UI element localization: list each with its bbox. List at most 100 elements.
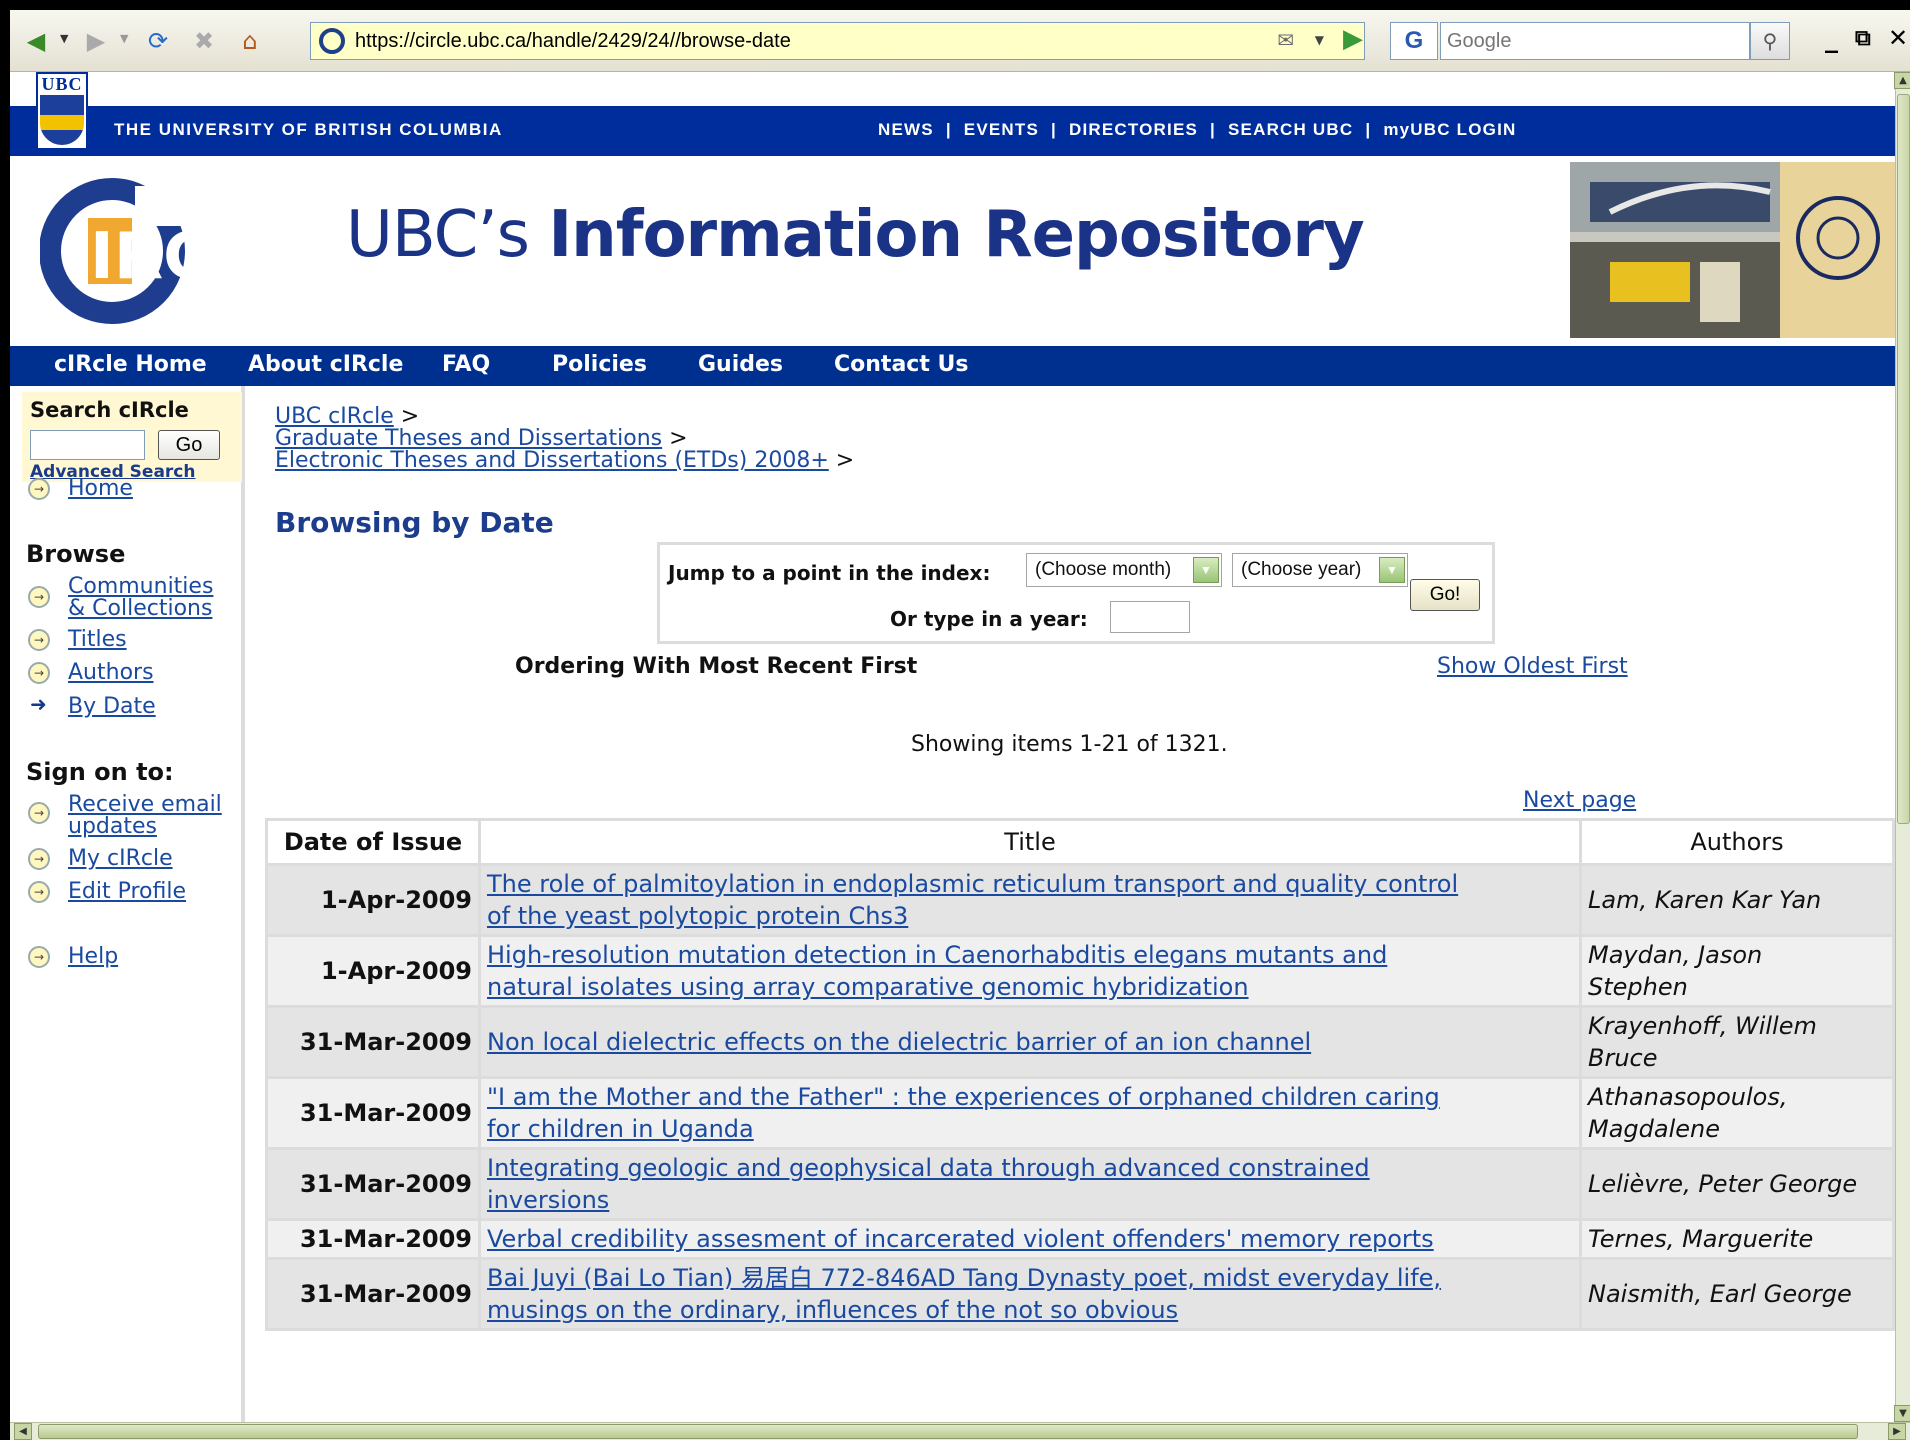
table-row: 1-Apr-2009 High-resolution mutation detec… [268, 937, 1892, 1005]
ubc-link-search[interactable]: SEARCH UBC [1228, 120, 1353, 140]
item-title-link[interactable]: The role of palmitoylation in endoplasmi… [487, 870, 1458, 898]
forward-button[interactable]: ▶ [78, 26, 114, 56]
ubc-link-directories[interactable]: DIRECTORIES [1069, 120, 1198, 140]
column-header-date[interactable]: Date of Issue [268, 821, 478, 863]
sidebar-go-button[interactable]: Go [158, 430, 220, 460]
restore-icon[interactable]: ⧉ [1855, 26, 1871, 51]
current-arrow-icon: ➜ [30, 692, 47, 716]
back-button[interactable]: ◀ [18, 26, 54, 56]
next-page-link[interactable]: Next page [1523, 788, 1636, 813]
results-table: Date of Issue Title Authors 1-Apr-2009 Th… [265, 818, 1895, 1331]
sidebar-item-my-circle[interactable]: My cIRcle [68, 846, 173, 872]
sidebar-item-updates[interactable]: updates [68, 814, 157, 840]
ubc-shield-icon [40, 95, 84, 145]
url-history-dropdown[interactable]: ▼ [1315, 33, 1324, 47]
author-name: Ternes, Marguerite [1588, 1225, 1814, 1253]
breadcrumb-link-etds[interactable]: Electronic Theses and Dissertations (ETD… [275, 448, 829, 473]
year-select[interactable]: (Choose year) ▼ [1232, 553, 1408, 587]
stop-icon[interactable]: ✖ [184, 26, 224, 56]
browse-heading: Browse [26, 540, 126, 568]
cell-date: 1-Apr-2009 [268, 866, 478, 934]
sidebar-item-home[interactable]: Home [68, 476, 133, 502]
horizontal-scroll-thumb[interactable] [38, 1424, 1858, 1439]
nav-guides[interactable]: Guides [698, 352, 783, 377]
vertical-scrollbar[interactable]: ▲ ▼ [1894, 72, 1910, 1422]
search-engine-icon[interactable]: G [1390, 22, 1438, 60]
item-title-link[interactable]: Verbal credibility assesment of incarcer… [487, 1225, 1434, 1253]
ubc-link-events[interactable]: EVENTS [964, 120, 1039, 140]
back-history-dropdown[interactable]: ▼ [60, 32, 68, 45]
cell-date: 31-Mar-2009 [268, 1079, 478, 1147]
table-row: 31-Mar-2009 "I am the Mother and the Fath… [268, 1079, 1892, 1147]
item-title-link[interactable]: High-resolution mutation detection in Ca… [487, 941, 1387, 969]
banner-title-bold: Information Repository [548, 198, 1364, 272]
item-title-link[interactable]: "I am the Mother and the Father" : the e… [487, 1083, 1440, 1111]
cell-authors: Krayenhoff, Willem Bruce [1582, 1008, 1892, 1076]
item-title-link[interactable]: for children in Uganda [487, 1115, 754, 1143]
jump-label: Jump to a point in the index: [668, 561, 991, 585]
sidebar-item-edit-profile[interactable]: Edit Profile [68, 879, 186, 905]
author-name: Stephen [1588, 973, 1688, 1001]
sidebar-item-authors[interactable]: Authors [68, 660, 154, 686]
sidebar-search-title: Search cIRcle [30, 398, 189, 422]
close-icon[interactable]: ✕ [1888, 24, 1908, 52]
cell-authors: Lelièvre, Peter George [1582, 1150, 1892, 1218]
address-bar[interactable]: https://circle.ubc.ca/handle/2429/24//br… [310, 22, 1365, 60]
horizontal-scrollbar[interactable]: ◀ ▶ [10, 1422, 1910, 1440]
item-title-link[interactable]: Non local dielectric effects on the diel… [487, 1028, 1311, 1056]
circle-logo-text: IRCLE [90, 220, 295, 294]
scroll-down-arrow-icon[interactable]: ▼ [1894, 1405, 1910, 1422]
browser-search-input[interactable] [1441, 23, 1749, 59]
nav-contact-us[interactable]: Contact Us [834, 352, 968, 377]
item-title-link[interactable]: musings on the ordinary, influences of t… [487, 1296, 1178, 1324]
sidebar-item-help[interactable]: Help [68, 944, 118, 970]
minimize-icon[interactable]: _ [1825, 24, 1838, 54]
month-select[interactable]: (Choose month) ▼ [1026, 553, 1222, 587]
author-name: Magdalene [1588, 1115, 1720, 1143]
nav-faq[interactable]: FAQ [442, 352, 490, 377]
item-title-link[interactable]: of the yeast polytopic protein Chs3 [487, 902, 908, 930]
column-header-authors[interactable]: Authors [1582, 821, 1892, 863]
column-header-title[interactable]: Title [481, 821, 1579, 863]
ubc-logo[interactable]: UBC [36, 72, 88, 150]
item-title-link[interactable]: inversions [487, 1186, 609, 1214]
bullet-icon: → [28, 848, 50, 870]
item-title-link[interactable]: Integrating geologic and geophysical dat… [487, 1154, 1370, 1182]
nav-circle-home[interactable]: cIRcle Home [54, 352, 207, 377]
cell-authors: Athanasopoulos, Magdalene [1582, 1079, 1892, 1147]
item-title-link[interactable]: Bai Juyi (Bai Lo Tian) 易居白 772-846AD Tan… [487, 1264, 1441, 1292]
scroll-left-arrow-icon[interactable]: ◀ [14, 1423, 32, 1440]
feed-icon[interactable]: ✉ [1277, 28, 1294, 52]
show-oldest-link[interactable]: Show Oldest First [1437, 654, 1628, 679]
sidebar-item-titles[interactable]: Titles [68, 627, 127, 653]
jump-go-button[interactable]: Go! [1410, 579, 1480, 611]
scroll-up-arrow-icon[interactable]: ▲ [1894, 72, 1910, 89]
sidebar-item-collections[interactable]: & Collections [68, 596, 212, 622]
nav-policies[interactable]: Policies [552, 352, 647, 377]
circle-logo[interactable]: IRCLE [40, 176, 308, 326]
go-arrow-icon[interactable]: ▶ [1343, 24, 1363, 54]
browser-search-box[interactable] [1440, 22, 1750, 60]
reload-icon[interactable]: ⟳ [138, 26, 178, 56]
address-bar-url[interactable]: https://circle.ubc.ca/handle/2429/24//br… [355, 30, 791, 53]
item-title-link[interactable]: natural isolates using array comparative… [487, 973, 1249, 1001]
year-select-value: (Choose year) [1241, 559, 1362, 580]
forward-history-dropdown[interactable]: ▼ [120, 32, 128, 45]
sidebar-item-by-date[interactable]: By Date [68, 694, 156, 720]
chevron-down-icon[interactable]: ▼ [1193, 557, 1219, 583]
home-icon[interactable]: ⌂ [230, 26, 270, 56]
site-banner: IRCLE UBC’s Information Repository [10, 156, 1895, 346]
sidebar-search-input[interactable] [30, 430, 145, 460]
year-input[interactable] [1110, 601, 1190, 633]
chevron-down-icon[interactable]: ▼ [1379, 557, 1405, 583]
nav-about-circle[interactable]: About cIRcle [248, 352, 403, 377]
browser-window: ◀ ▼ ▶ ▼ ⟳ ✖ ⌂ https://circle.ubc.ca/hand… [10, 10, 1910, 1440]
cell-title: Bai Juyi (Bai Lo Tian) 易居白 772-846AD Tan… [481, 1260, 1579, 1328]
vertical-scroll-thumb[interactable] [1897, 94, 1910, 824]
university-name[interactable]: THE UNIVERSITY OF BRITISH COLUMBIA [114, 120, 503, 140]
scroll-right-arrow-icon[interactable]: ▶ [1888, 1423, 1906, 1440]
year-input-label: Or type in a year: [890, 607, 1088, 631]
ubc-link-news[interactable]: NEWS [878, 120, 934, 140]
magnifier-icon[interactable]: ⚲ [1750, 22, 1790, 60]
ubc-link-login[interactable]: myUBC LOGIN [1383, 120, 1516, 140]
